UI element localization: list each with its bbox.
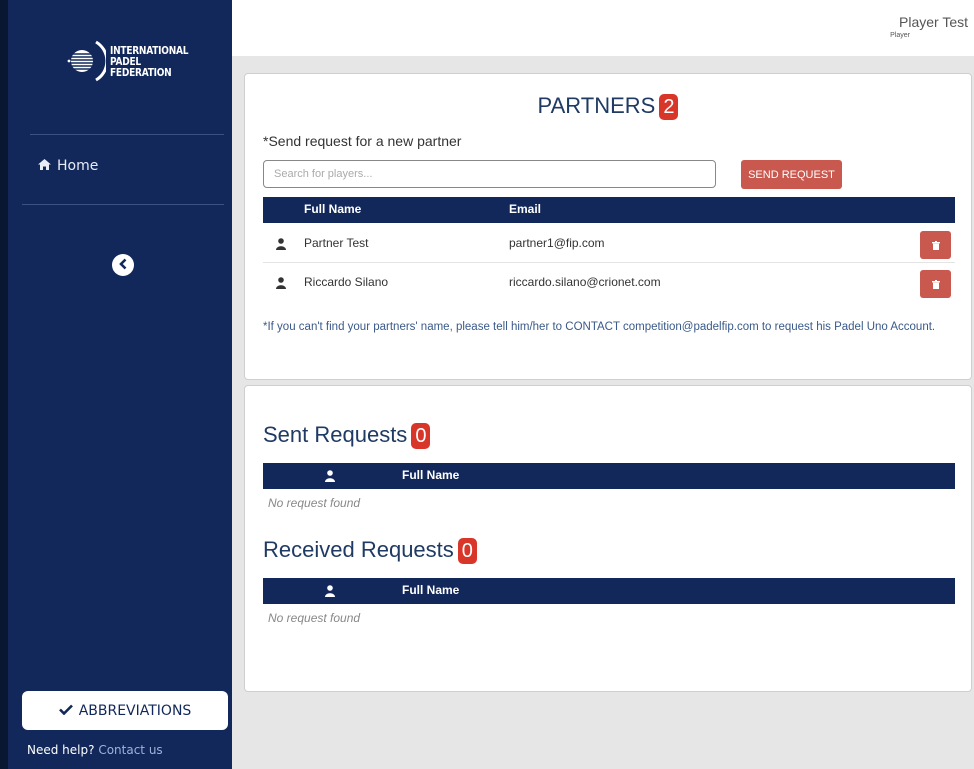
abbreviations-button[interactable]: ABBREVIATIONS xyxy=(22,691,228,730)
fip-logo[interactable]: INTERNATIONAL PADEL FEDERATION xyxy=(66,36,205,86)
trash-icon xyxy=(931,279,940,289)
column-full-name: Full Name xyxy=(304,202,362,216)
contact-note: *If you can't find your partners' name, … xyxy=(263,321,936,333)
column-email: Email xyxy=(509,202,542,216)
partners-title-text: PARTNERS xyxy=(537,93,656,118)
sent-requests-title-text: Sent Requests xyxy=(263,422,408,447)
user-icon xyxy=(325,470,335,482)
table-row: Riccardo Silano riccardo.silano@crionet.… xyxy=(263,264,955,302)
fip-logo-mark xyxy=(66,36,109,86)
top-header: Player Test Player xyxy=(232,0,974,56)
logo-line-3: FEDERATION xyxy=(110,65,172,79)
table-row: Partner Test partner1@fip.com xyxy=(263,225,955,263)
user-icon xyxy=(276,238,286,250)
column-full-name: Full Name xyxy=(402,468,460,482)
partners-count-badge: 2 xyxy=(659,94,679,121)
partners-table-header: Full Name Email xyxy=(263,197,955,223)
chevron-left-icon xyxy=(118,256,128,274)
abbreviations-label: ABBREVIATIONS xyxy=(78,702,192,719)
sent-requests-empty: No request found xyxy=(268,496,361,510)
delete-partner-button[interactable] xyxy=(920,231,951,259)
search-players-input[interactable] xyxy=(263,160,716,188)
sidebar: INTERNATIONAL PADEL FEDERATION Home ABBR… xyxy=(8,0,232,769)
received-requests-title: Received Requests 0 xyxy=(263,537,477,565)
sidebar-item-home[interactable]: Home xyxy=(38,158,98,174)
sidebar-divider-bottom xyxy=(22,204,224,205)
sidebar-item-home-label: Home xyxy=(57,158,99,174)
partner-name: Partner Test xyxy=(304,236,369,250)
received-requests-title-text: Received Requests xyxy=(263,537,454,562)
contact-us-link[interactable]: Contact us xyxy=(98,743,162,757)
send-request-button[interactable]: SEND REQUEST xyxy=(741,160,842,189)
help-line: Need help? Contact us xyxy=(27,743,163,757)
sent-requests-table-header: Full Name xyxy=(263,463,955,489)
partner-email: riccardo.silano@crionet.com xyxy=(509,275,661,289)
send-request-label: *Send request for a new partner xyxy=(263,133,462,149)
sent-requests-count-badge: 0 xyxy=(411,423,431,450)
fip-logo-text: INTERNATIONAL PADEL FEDERATION xyxy=(110,45,189,79)
home-icon xyxy=(38,158,51,174)
trash-icon xyxy=(931,240,940,250)
collapse-sidebar-button[interactable] xyxy=(112,254,134,276)
partners-panel: PARTNERS 2 *Send request for a new partne… xyxy=(244,73,972,380)
delete-partner-button[interactable] xyxy=(920,270,951,298)
received-requests-table-header: Full Name xyxy=(263,578,955,604)
received-requests-empty: No request found xyxy=(268,611,361,625)
partner-email: partner1@fip.com xyxy=(509,236,605,250)
user-icon xyxy=(325,585,335,597)
check-icon xyxy=(58,703,73,719)
received-requests-count-badge: 0 xyxy=(457,538,477,565)
sidebar-edge xyxy=(0,0,8,769)
user-icon xyxy=(276,277,286,289)
requests-panel: Sent Requests 0 Full Name No request foun… xyxy=(244,385,972,692)
user-role: Player xyxy=(890,32,910,39)
partner-name: Riccardo Silano xyxy=(304,275,389,289)
sent-requests-title: Sent Requests 0 xyxy=(263,422,431,450)
partners-title: PARTNERS 2 xyxy=(245,93,971,121)
sidebar-divider-top xyxy=(30,134,224,135)
help-text: Need help? xyxy=(27,743,95,757)
column-full-name: Full Name xyxy=(402,583,460,597)
user-name[interactable]: Player Test xyxy=(899,14,968,30)
